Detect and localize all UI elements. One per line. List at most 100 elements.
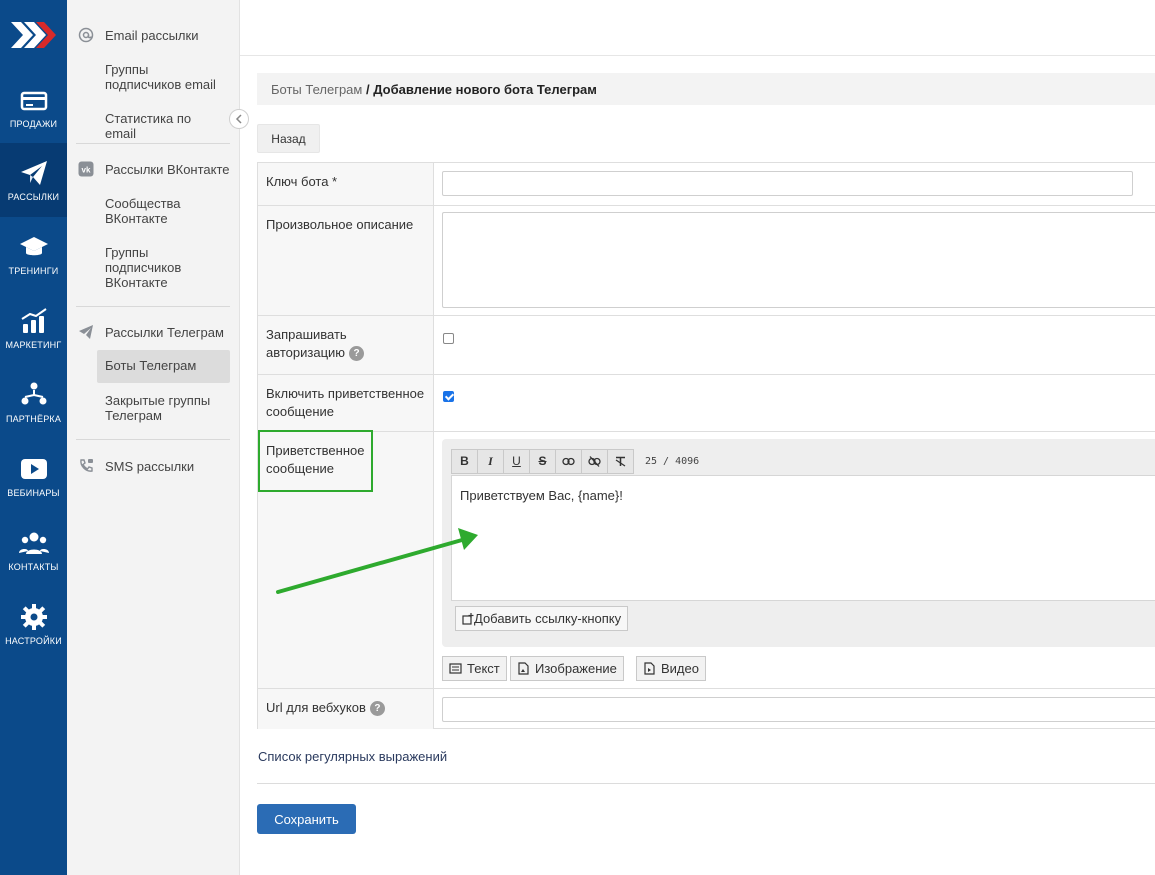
rail-item-mailings[interactable]: РАССЫЛКИ bbox=[0, 143, 67, 217]
description-cell bbox=[435, 206, 1155, 315]
ask-auth-checkbox[interactable] bbox=[443, 333, 454, 344]
strikethrough-button[interactable]: S bbox=[529, 448, 556, 474]
gear-icon bbox=[20, 604, 47, 630]
video-media-label: Видео bbox=[661, 661, 699, 676]
submenu-telegram-header[interactable]: Рассылки Телеграм bbox=[77, 323, 224, 341]
at-sign-icon bbox=[77, 26, 95, 44]
rail-item-webinars[interactable]: ВЕБИНАРЫ bbox=[0, 439, 67, 513]
unlink-icon bbox=[588, 455, 601, 467]
submenu-email-header-label: Email рассылки bbox=[105, 27, 199, 43]
rail-label: РАССЫЛКИ bbox=[7, 192, 60, 202]
add-link-button[interactable]: Добавить ссылку-кнопку bbox=[455, 606, 629, 631]
phone-chat-icon bbox=[77, 457, 95, 475]
main-nav-rail: ПРОДАЖИ РАССЫЛКИ ТРЕНИНГИ МАРКЕТИНГ ПАРТ… bbox=[0, 0, 67, 875]
text-media-button[interactable]: Текст bbox=[442, 656, 507, 681]
people-icon bbox=[18, 532, 49, 554]
welcome-message-cell: B I U S 25 / 4096 Приветствуем Вас, {nam… bbox=[435, 432, 1155, 688]
rail-label: НАСТРОЙКИ bbox=[5, 636, 62, 646]
submenu-telegram-closed-groups[interactable]: Закрытые группы Телеграм bbox=[97, 393, 230, 423]
submenu-email-header[interactable]: Email рассылки bbox=[77, 26, 198, 44]
webhook-input[interactable] bbox=[442, 697, 1155, 722]
image-file-icon bbox=[518, 662, 529, 675]
welcome-enable-cell bbox=[435, 375, 1155, 431]
help-icon[interactable]: ? bbox=[349, 346, 365, 362]
paper-plane-icon bbox=[20, 161, 47, 185]
collapse-submenu-button[interactable] bbox=[229, 109, 249, 129]
video-file-icon bbox=[644, 662, 655, 675]
webhook-label-cell: Url для вебхуков? bbox=[258, 689, 434, 729]
submenu-vk-communities[interactable]: Сообщества ВКонтакте bbox=[97, 196, 230, 226]
ask-auth-label: Запрашивать авторизацию bbox=[266, 327, 347, 360]
partners-icon bbox=[21, 382, 46, 405]
link-icon bbox=[562, 457, 575, 465]
italic-button[interactable]: I bbox=[477, 448, 504, 474]
back-button[interactable]: Назад bbox=[257, 124, 320, 153]
credit-card-icon bbox=[20, 91, 47, 111]
unlink-button[interactable] bbox=[581, 448, 608, 474]
rail-label: ВЕБИНАРЫ bbox=[7, 488, 60, 498]
divider bbox=[76, 439, 230, 440]
external-add-icon bbox=[462, 612, 474, 625]
submenu-sms-header[interactable]: SMS рассылки bbox=[77, 457, 194, 475]
submenu-sms-header-label: SMS рассылки bbox=[105, 458, 195, 474]
form-row-bot-key: Ключ бота * bbox=[258, 163, 1155, 205]
breadcrumb-current: Добавление нового бота Телеграм bbox=[373, 82, 597, 97]
chart-growth-icon bbox=[20, 308, 47, 333]
bold-button[interactable]: B bbox=[451, 448, 478, 474]
add-link-label: Добавить ссылку-кнопку bbox=[474, 611, 622, 626]
submenu-email-stats[interactable]: Статистика по email bbox=[97, 111, 230, 141]
rail-item-partners[interactable]: ПАРТНЁРКА bbox=[0, 365, 67, 439]
breadcrumb-link[interactable]: Боты Телеграм bbox=[271, 82, 362, 97]
logo-chevrons-icon bbox=[10, 22, 56, 48]
submenu-vk-groups[interactable]: Группы подписчиков ВКонтакте bbox=[97, 245, 230, 290]
submenu-email-groups[interactable]: Группы подписчиков email bbox=[97, 62, 230, 92]
rail-item-marketing[interactable]: МАРКЕТИНГ bbox=[0, 291, 67, 365]
welcome-enable-checkbox[interactable] bbox=[443, 391, 454, 402]
bot-key-input[interactable] bbox=[442, 171, 1133, 196]
submenu-vk-header[interactable]: vk Рассылки ВКонтакте bbox=[77, 160, 230, 178]
bot-form: Ключ бота * Произвольное описание Запраш… bbox=[257, 162, 1155, 729]
description-label: Произвольное описание bbox=[258, 206, 434, 315]
description-textarea[interactable] bbox=[442, 212, 1155, 308]
underline-button[interactable]: U bbox=[503, 448, 530, 474]
logo[interactable] bbox=[0, 0, 67, 70]
help-icon[interactable]: ? bbox=[369, 701, 385, 717]
webhook-cell bbox=[435, 689, 1155, 729]
graduation-cap-icon bbox=[19, 237, 48, 256]
rail-label: ПАРТНЁРКА bbox=[5, 414, 62, 424]
editor-toolbar: B I U S 25 / 4096 bbox=[451, 448, 699, 474]
bot-key-label: Ключ бота * bbox=[258, 163, 434, 205]
image-media-button[interactable]: Изображение bbox=[510, 656, 624, 681]
rail-item-sales[interactable]: ПРОДАЖИ bbox=[0, 70, 67, 144]
rail-label: МАРКЕТИНГ bbox=[5, 340, 62, 350]
welcome-message-label: Приветственное сообщение bbox=[258, 432, 434, 688]
submenu-telegram-bots[interactable]: Боты Телеграм bbox=[97, 350, 230, 383]
rail-label: ПРОДАЖИ bbox=[9, 119, 58, 129]
form-row-webhook: Url для вебхуков? bbox=[258, 688, 1155, 729]
save-button[interactable]: Сохранить bbox=[257, 804, 356, 834]
welcome-enable-label: Включить приветственное сообщение bbox=[258, 375, 434, 431]
bot-key-cell bbox=[435, 163, 1155, 205]
link-button[interactable] bbox=[555, 448, 582, 474]
breadcrumb-separator: / bbox=[362, 82, 374, 97]
text-media-label: Текст bbox=[467, 661, 500, 676]
form-row-ask-auth: Запрашивать авторизацию? bbox=[258, 315, 1155, 374]
rail-item-contacts[interactable]: КОНТАКТЫ bbox=[0, 513, 67, 587]
webhook-label: Url для вебхуков bbox=[266, 700, 366, 715]
svg-text:vk: vk bbox=[82, 166, 91, 175]
rail-item-settings[interactable]: НАСТРОЙКИ bbox=[0, 587, 67, 661]
play-icon bbox=[20, 459, 47, 479]
form-row-welcome-message: Приветственное сообщение B I U S 25 / 40… bbox=[258, 431, 1155, 688]
ask-auth-cell bbox=[435, 316, 1155, 374]
clear-format-icon bbox=[615, 456, 626, 466]
rail-item-trainings[interactable]: ТРЕНИНГИ bbox=[0, 217, 67, 291]
clear-format-button[interactable] bbox=[607, 448, 634, 474]
regex-list-link[interactable]: Список регулярных выражений bbox=[258, 749, 447, 764]
rail-label: ТРЕНИНГИ bbox=[8, 266, 59, 276]
submenu-vk-header-label: Рассылки ВКонтакте bbox=[105, 161, 230, 177]
message-editor: B I U S 25 / 4096 Приветствуем Вас, {nam… bbox=[442, 439, 1155, 647]
welcome-message-text[interactable]: Приветствуем Вас, {name}! bbox=[451, 475, 1155, 601]
video-media-button[interactable]: Видео bbox=[636, 656, 706, 681]
chevron-left-icon bbox=[235, 114, 242, 124]
rail-label: КОНТАКТЫ bbox=[8, 562, 59, 572]
